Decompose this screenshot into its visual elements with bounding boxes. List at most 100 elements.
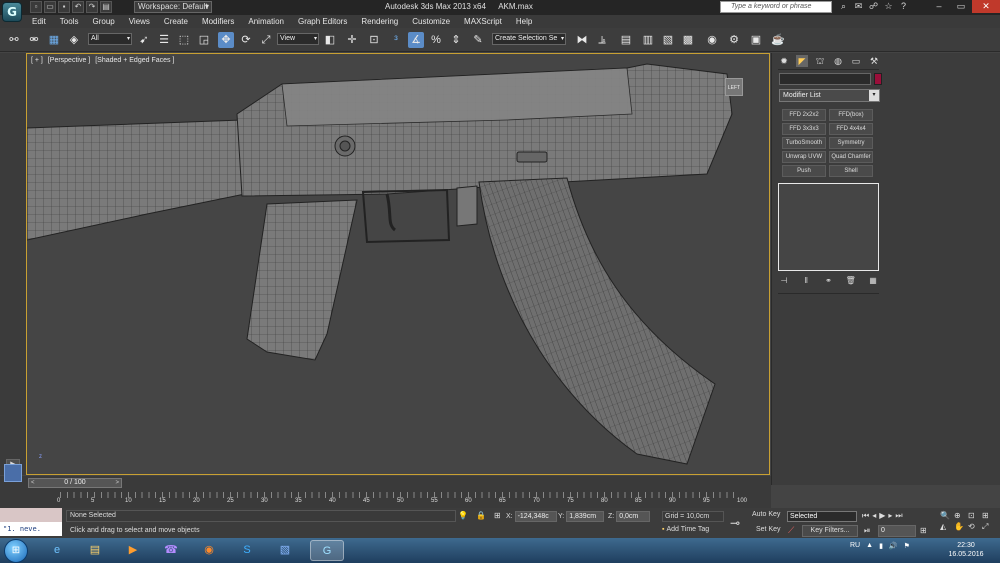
angle-snap-icon[interactable]: ∡ — [408, 32, 424, 48]
save-file-icon[interactable]: ▪ — [58, 1, 70, 13]
create-tab-icon[interactable]: ✹ — [778, 55, 790, 67]
next-frame-icon[interactable]: ▸ — [888, 511, 892, 521]
pin-stack-icon[interactable]: ⊣ — [778, 275, 790, 287]
undo-icon[interactable]: ↶ — [72, 1, 84, 13]
communication-center-icon[interactable]: ☍ — [868, 1, 879, 12]
select-and-link-icon[interactable]: ⚯ — [6, 32, 22, 48]
viber-icon[interactable]: ☎ — [154, 540, 188, 561]
viewcube[interactable]: LEFT — [725, 78, 743, 96]
tray-arrow-icon[interactable]: ▲ — [866, 542, 873, 550]
key-filters-button[interactable]: Key Filters... — [802, 525, 858, 537]
previous-frame-icon[interactable]: ◂ — [872, 511, 876, 521]
modifier-button[interactable]: Quad Chamfer — [829, 151, 873, 163]
maxscript-mini-listener[interactable]: "1. neve. — [0, 508, 62, 538]
project-folder-icon[interactable]: ▤ — [100, 1, 112, 13]
modifier-button[interactable]: FFD 2x2x2 — [782, 109, 826, 121]
maximize-viewport-icon[interactable]: ⤢ — [982, 522, 994, 532]
menu-item-tools[interactable]: Tools — [60, 16, 79, 27]
auto-key-button[interactable]: Auto Key — [752, 511, 780, 518]
edit-named-selection-icon[interactable]: ✎ — [470, 32, 486, 48]
set-keys-icon[interactable]: ⊸ — [730, 516, 740, 530]
remove-modifier-icon[interactable]: 🗑 — [845, 275, 857, 287]
select-object-icon[interactable]: ➹ — [136, 32, 152, 48]
start-button[interactable]: ⊞ — [4, 539, 28, 563]
system-clock[interactable]: 22:30 16.05.2016 — [946, 541, 986, 559]
keyboard-shortcut-override-icon[interactable]: ⊡ — [366, 32, 382, 48]
make-unique-icon[interactable]: ⚭ — [823, 275, 835, 287]
menu-item-maxscript[interactable]: MAXScript — [464, 16, 502, 27]
firefox-icon[interactable]: ◉ — [192, 540, 226, 561]
mirror-icon[interactable]: ⧓ — [574, 32, 590, 48]
media-player-icon[interactable]: ▶ — [116, 540, 150, 561]
menu-item-help[interactable]: Help — [516, 16, 532, 27]
new-file-icon[interactable]: ▫ — [30, 1, 42, 13]
help-icon[interactable]: ? — [898, 1, 909, 12]
listener-output[interactable]: "1. neve. — [0, 522, 62, 536]
orbit-icon[interactable]: ⟲ — [968, 522, 980, 532]
isolate-icon[interactable]: 💡 — [458, 511, 468, 520]
workspace-dropdown[interactable]: Workspace: Default ▾ — [134, 1, 212, 13]
time-slider[interactable]: < 0 / 100 > — [28, 478, 122, 488]
zoom-all-icon[interactable]: ⊕ — [954, 511, 966, 520]
favorites-star-icon[interactable]: ☆ — [883, 1, 894, 12]
subscription-icon[interactable]: ✉ — [853, 1, 864, 12]
maximize-icon[interactable]: ▭ — [950, 0, 972, 13]
current-frame-field[interactable]: 0 — [878, 525, 916, 537]
menu-item-views[interactable]: Views — [129, 16, 150, 27]
reference-coordinate-dropdown[interactable]: View ▾ — [277, 33, 319, 45]
object-name-field[interactable] — [779, 73, 871, 85]
render-setup-icon[interactable]: ⚙ — [726, 32, 742, 48]
percent-snap-icon[interactable]: % — [428, 32, 444, 48]
modifier-stack[interactable] — [778, 183, 879, 271]
y-value-field[interactable]: 1,839cm — [566, 511, 605, 522]
motion-tab-icon[interactable]: ◍ — [832, 55, 844, 67]
object-color-swatch[interactable] — [874, 73, 882, 85]
zoom-icon[interactable]: 🔍 — [940, 511, 952, 520]
viewport-label[interactable]: [ + ] [Perspective ] [Shaded + Edged Fac… — [31, 57, 177, 64]
configure-modifier-sets-icon[interactable]: ▦ — [867, 275, 879, 287]
menu-item-graph-editors[interactable]: Graph Editors — [298, 16, 347, 27]
show-end-result-icon[interactable]: ‖ — [800, 275, 812, 287]
set-key-button[interactable]: Set Key — [756, 526, 781, 533]
select-by-name-icon[interactable]: ☰ — [156, 32, 172, 48]
modifier-button[interactable]: Symmetry — [829, 137, 873, 149]
key-set-dropdown[interactable]: Selected — [787, 511, 857, 522]
field-of-view-icon[interactable]: ◭ — [940, 522, 952, 532]
track-bar[interactable]: 0 5 10 15 20 25 30 35 40 45 50 55 60 65 70 75 80 85 90 95 10… — [0, 490, 771, 508]
select-and-move-icon[interactable]: ✥ — [218, 32, 234, 48]
menu-item-edit[interactable]: Edit — [32, 16, 46, 27]
modifier-button[interactable]: Unwrap UVW — [782, 151, 826, 163]
volume-icon[interactable]: 🔊 — [889, 542, 898, 550]
selection-filter-dropdown[interactable]: All ▾ — [88, 33, 132, 45]
next-frame-icon[interactable]: > — [115, 479, 119, 487]
menu-item-create[interactable]: Create — [164, 16, 188, 27]
menu-item-customize[interactable]: Customize — [412, 16, 450, 27]
menu-item-group[interactable]: Group — [92, 16, 114, 27]
rectangular-selection-icon[interactable]: ⬚ — [176, 32, 192, 48]
viewport-pov-menu[interactable]: [Perspective ] — [48, 57, 90, 64]
absolute-mode-icon[interactable]: ⊞ — [494, 511, 501, 520]
go-to-end-icon[interactable]: ⏭ — [895, 511, 902, 521]
play-icon[interactable]: ▶ — [879, 511, 885, 521]
align-icon[interactable]: ⫡ — [594, 32, 610, 48]
language-indicator[interactable]: RU — [850, 542, 860, 550]
zoom-extents-icon[interactable]: ⊡ — [968, 511, 980, 520]
x-value-field[interactable]: -124,348c — [514, 511, 557, 522]
menu-item-modifiers[interactable]: Modifiers — [202, 16, 234, 27]
rendered-frame-window-icon[interactable]: ▣ — [748, 32, 764, 48]
skype-icon[interactable]: S — [230, 540, 264, 561]
selection-lock-icon[interactable]: 🔒 — [476, 511, 486, 520]
render-production-icon[interactable]: ☕ — [770, 32, 786, 48]
prev-frame-icon[interactable]: < — [31, 479, 35, 487]
add-time-tag[interactable]: ▪ Add Time Tag — [662, 526, 709, 533]
select-and-rotate-icon[interactable]: ⟳ — [238, 32, 254, 48]
redo-icon[interactable]: ↷ — [86, 1, 98, 13]
menu-item-animation[interactable]: Animation — [248, 16, 284, 27]
app-logo-icon[interactable]: G — [2, 2, 22, 22]
perspective-viewport[interactable]: [ + ] [Perspective ] [Shaded + Edged Fac… — [26, 53, 770, 475]
photoshop-icon[interactable]: ▧ — [268, 540, 302, 561]
go-to-start-icon[interactable]: ⏮ — [862, 511, 869, 521]
curve-editor-icon[interactable]: ▧ — [660, 32, 676, 48]
open-file-icon[interactable]: ▭ — [44, 1, 56, 13]
snaps-toggle-icon[interactable]: ³ — [388, 32, 404, 48]
